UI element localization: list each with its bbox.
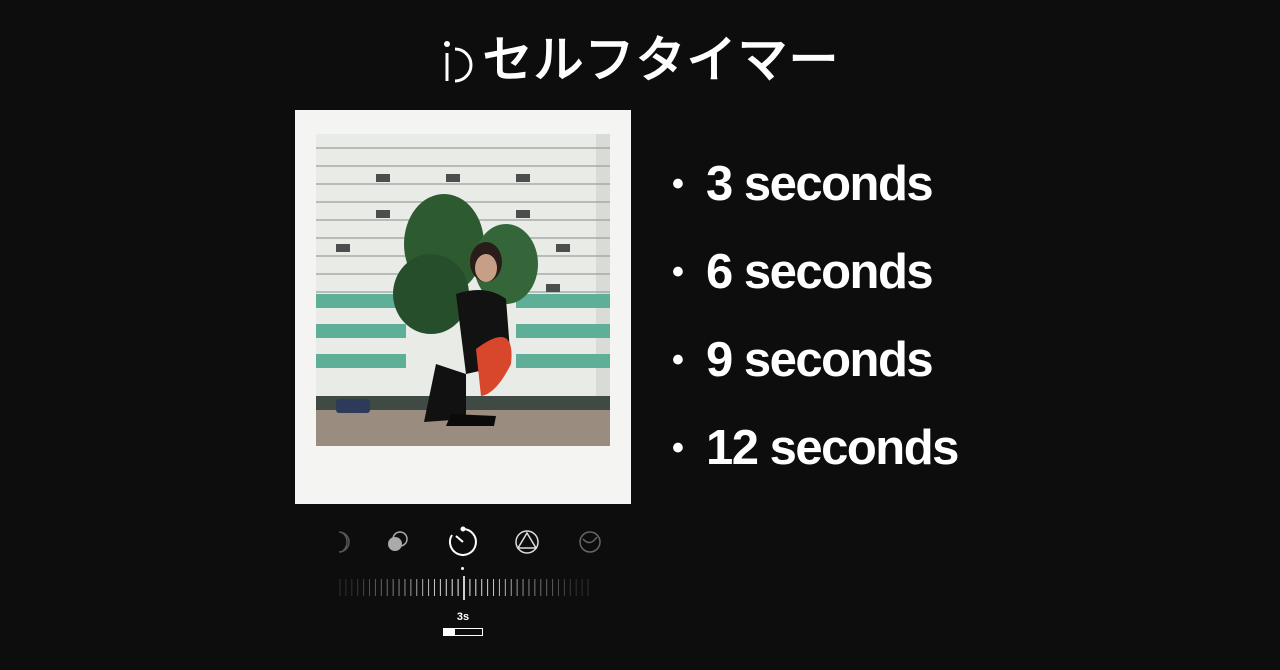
aperture-triangle-icon[interactable]	[507, 522, 547, 562]
lens-icon[interactable]	[570, 522, 610, 562]
timer-option-label: 6 seconds	[706, 245, 934, 299]
polaroid-frame	[295, 110, 631, 504]
timer-option-label: 9 seconds	[706, 333, 934, 387]
timer-progress-fill	[444, 629, 456, 635]
list-item: • 3 seconds	[672, 140, 958, 228]
page-header: セルフタイマー	[0, 30, 1280, 90]
double-exposure-icon[interactable]	[378, 522, 418, 562]
bullet: •	[672, 428, 684, 467]
bullet: •	[672, 340, 684, 379]
photo-image	[316, 134, 610, 446]
moon-icon[interactable]	[320, 522, 360, 562]
timer-option-label: 3 seconds	[706, 157, 934, 211]
list-item: • 12 seconds	[672, 404, 959, 492]
timer-progress-bar	[443, 628, 483, 636]
list-item: • 9 seconds	[672, 316, 958, 404]
self-timer-icon[interactable]	[443, 522, 483, 562]
timer-options-list: • 3 seconds • 6 seconds • 9 seconds • 12…	[672, 140, 959, 492]
timer-slider[interactable]	[338, 576, 590, 600]
timer-option-label: 12 seconds	[706, 421, 959, 475]
timer-value-label: 3s	[456, 611, 470, 623]
page-title: セルフタイマー	[482, 31, 840, 89]
mode-toolbar	[320, 522, 610, 562]
bullet: •	[672, 164, 684, 203]
list-item: • 6 seconds	[672, 228, 958, 316]
self-timer-icon	[443, 41, 472, 83]
selected-indicator	[461, 567, 464, 570]
bullet: •	[672, 252, 684, 291]
